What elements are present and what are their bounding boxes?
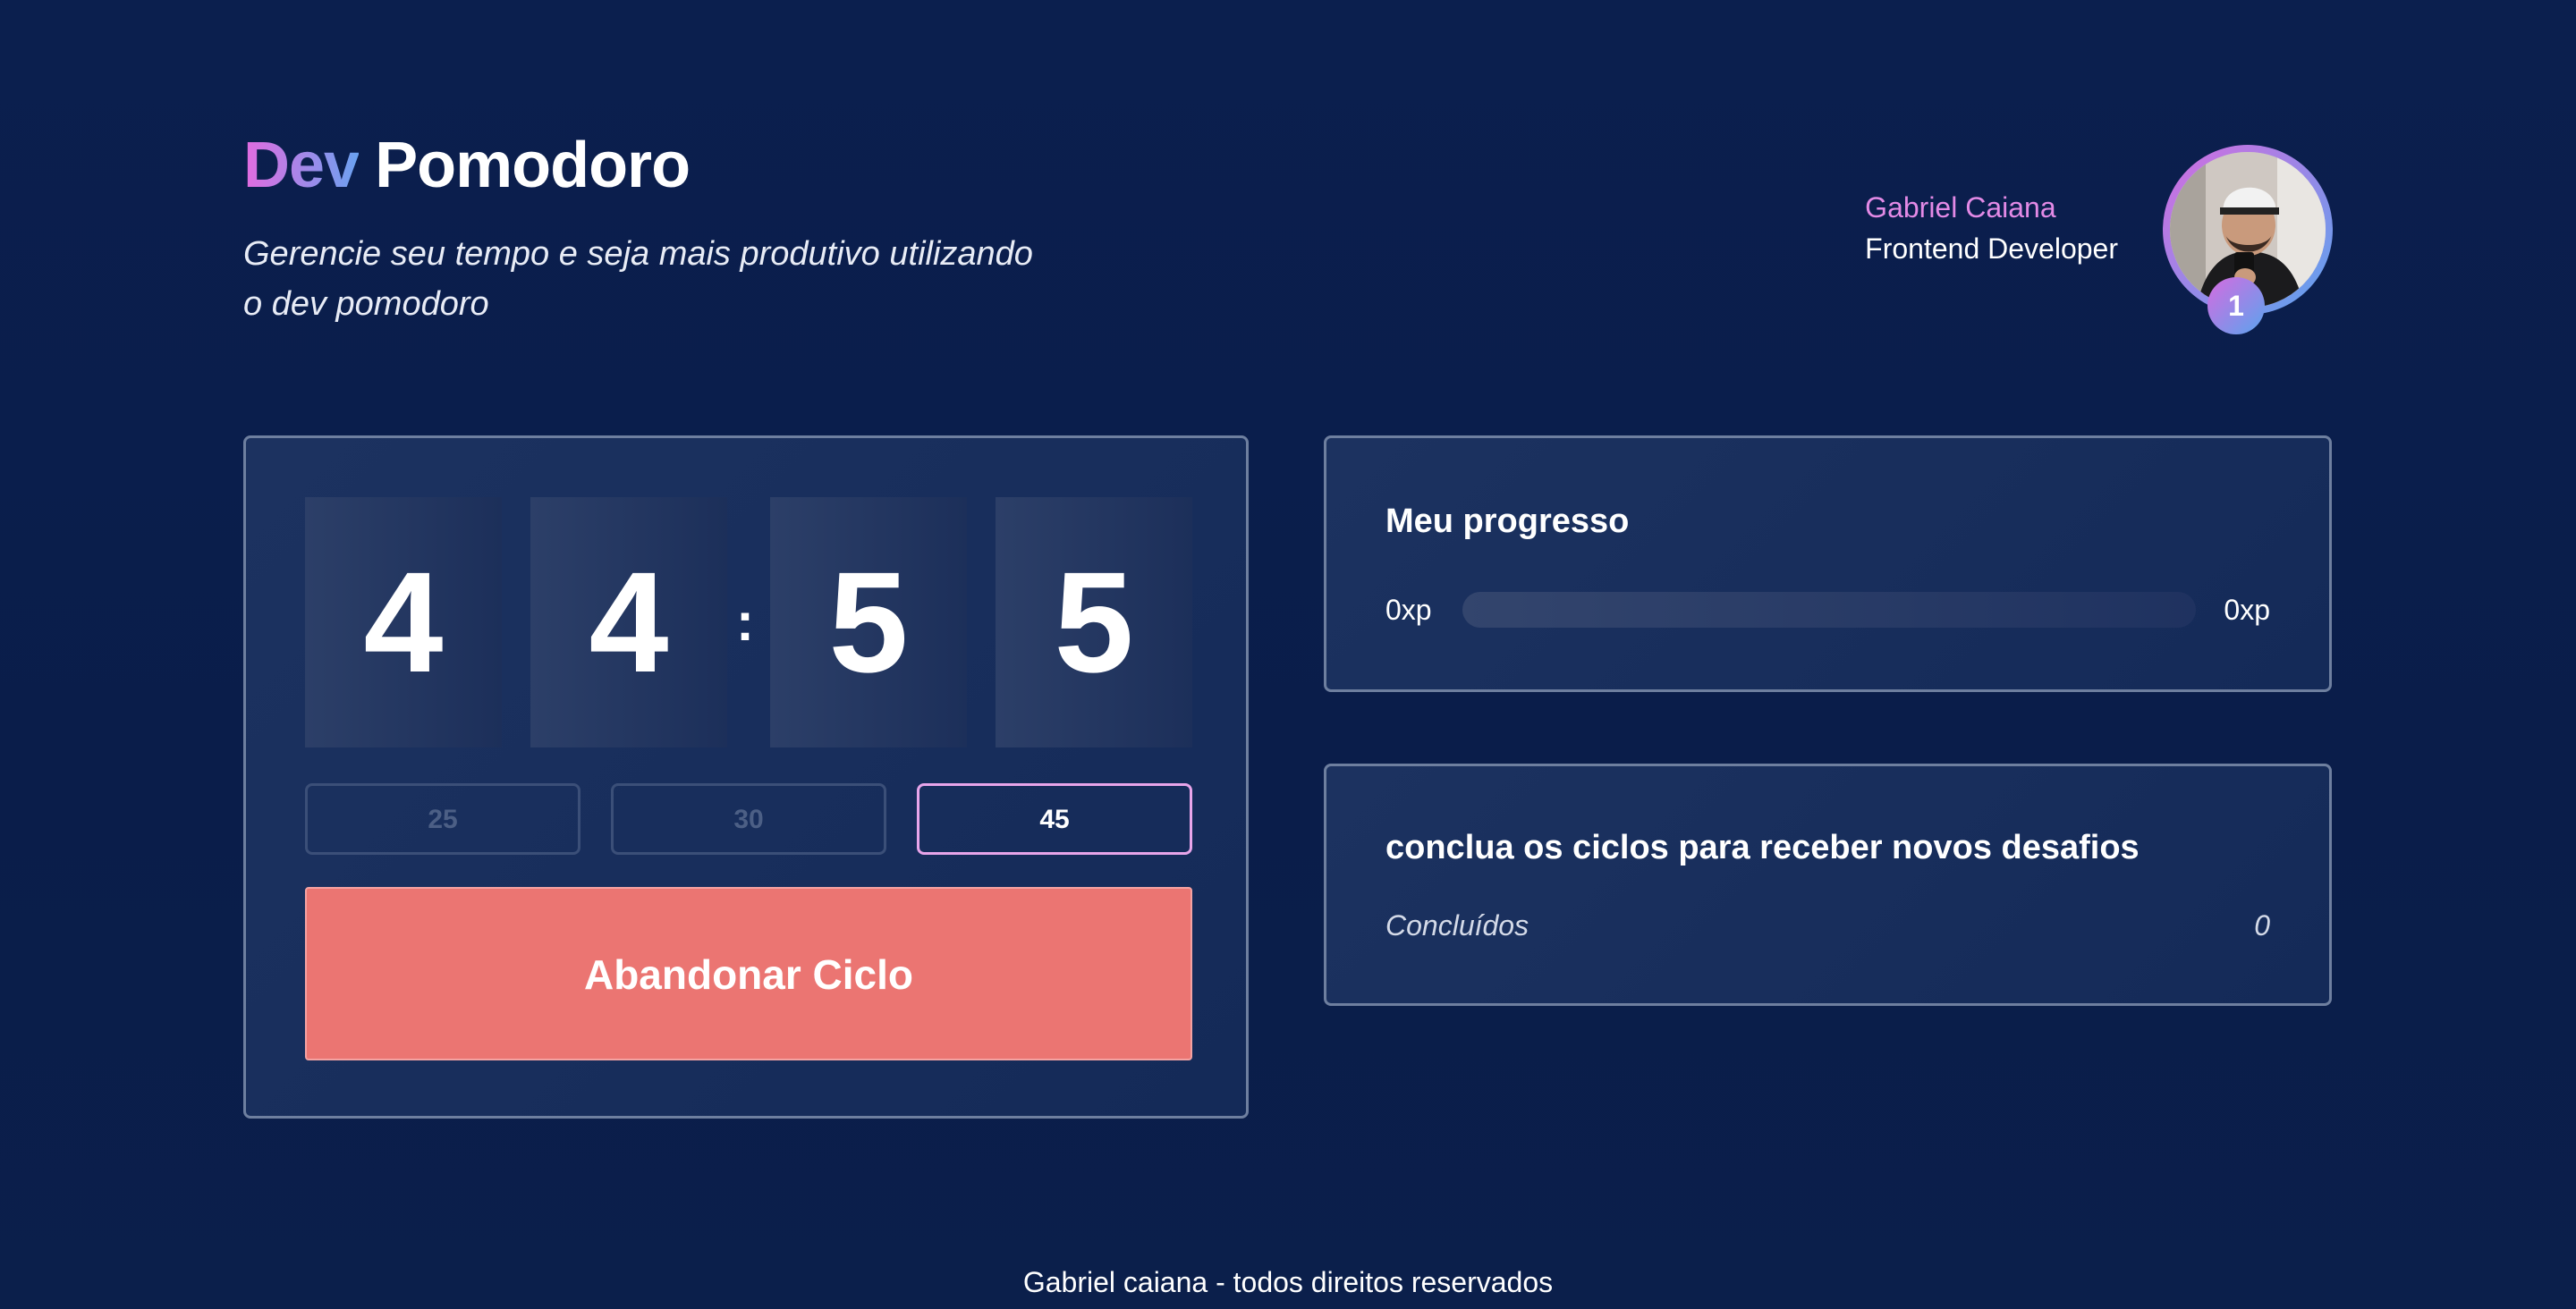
logo-accent-text: Dev [243, 130, 360, 201]
footer-copyright: Gabriel caiana - todos direitos reservad… [1022, 1266, 1554, 1298]
page: Dev Pomodoro Gerencie seu tempo e seja ma… [0, 0, 2576, 1309]
profile-role: Frontend Developer [1865, 232, 2118, 265]
level-badge: 1 [2207, 277, 2265, 334]
profile-name: Gabriel Caiana [1865, 191, 2056, 224]
completed-count: 0 [2254, 909, 2270, 942]
time-separator: : [736, 592, 754, 652]
minute-ones-digit: 4 [530, 497, 727, 747]
abandon-cycle-button[interactable]: Abandonar Ciclo [305, 887, 1192, 1060]
next-level-xp: 0xp [2224, 594, 2270, 626]
app-subtitle: Gerencie seu tempo e seja mais produtivo… [243, 235, 1033, 323]
minute-tens-digit: 4 [305, 497, 502, 747]
countdown-card: 4 4 : 5 5 25 30 45 Abandonar Ciclo [243, 435, 1249, 1119]
progress-title: Meu progresso [1385, 502, 1630, 540]
challenge-message: conclua os ciclos para receber novos des… [1385, 829, 2140, 866]
user-profile: Gabriel Caiana Frontend Developer 1 [1778, 145, 2333, 334]
app-logo: Dev Pomodoro [243, 125, 691, 206]
current-xp: 0xp [1385, 594, 1432, 626]
duration-45-button[interactable]: 45 [917, 783, 1192, 855]
duration-25-button[interactable]: 25 [305, 783, 580, 855]
completed-label: Concluídos [1385, 909, 1530, 942]
second-tens-digit: 5 [770, 497, 967, 747]
xp-progress-bar [1462, 592, 2196, 628]
second-ones-digit: 5 [996, 497, 1192, 747]
profile-info: Gabriel Caiana Frontend Developer [1865, 188, 2118, 270]
progress-card: Meu progresso 0xp 0xp [1324, 435, 2332, 692]
challenge-card: conclua os ciclos para receber novos des… [1324, 764, 2332, 1006]
duration-30-button[interactable]: 30 [611, 783, 886, 855]
logo-text: Pomodoro [375, 130, 691, 201]
